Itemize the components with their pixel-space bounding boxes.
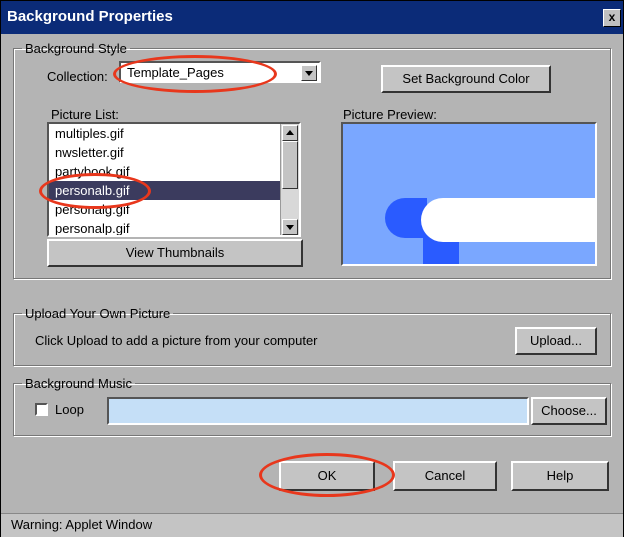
close-button[interactable]: x (603, 9, 621, 27)
upload-button[interactable]: Upload... (515, 327, 597, 355)
list-item[interactable]: partybook.gif (49, 162, 299, 181)
loop-checkbox[interactable] (35, 403, 48, 416)
picture-preview (341, 122, 597, 266)
background-style-legend: Background Style (25, 41, 127, 56)
loop-label: Loop (55, 402, 84, 417)
status-text: Warning: Applet Window (11, 517, 153, 532)
picture-list[interactable]: multiples.gif nwsletter.gif partybook.gif p… (47, 122, 301, 237)
picture-list-label: Picture List: (51, 107, 119, 122)
scroll-up-icon[interactable] (282, 125, 298, 141)
list-item[interactable]: multiples.gif (49, 124, 299, 143)
upload-legend: Upload Your Own Picture (25, 306, 171, 321)
list-item[interactable]: nwsletter.gif (49, 143, 299, 162)
dialog-title: Background Properties (7, 8, 173, 25)
ok-button[interactable]: OK (279, 461, 375, 491)
music-file-field[interactable] (107, 397, 529, 425)
help-button[interactable]: Help (511, 461, 609, 491)
set-background-color-button[interactable]: Set Background Color (381, 65, 551, 93)
background-properties-dialog: Background Properties x Background Style… (0, 0, 624, 537)
close-icon: x (608, 10, 616, 24)
background-music-legend: Background Music (25, 376, 132, 391)
view-thumbnails-button[interactable]: View Thumbnails (47, 239, 303, 267)
collection-value: Template_Pages (127, 65, 224, 80)
choose-button[interactable]: Choose... (531, 397, 607, 425)
list-item[interactable]: personalp.gif (49, 219, 299, 235)
scroll-down-icon[interactable] (282, 219, 298, 235)
upload-description: Click Upload to add a picture from your … (35, 333, 318, 348)
chevron-down-icon[interactable] (301, 65, 317, 81)
list-item[interactable]: personalg.gif (49, 200, 299, 219)
cancel-button[interactable]: Cancel (393, 461, 497, 491)
picture-preview-label: Picture Preview: (343, 107, 437, 122)
collection-label: Collection: (47, 69, 108, 84)
scroll-thumb[interactable] (282, 141, 298, 189)
picture-list-scrollbar[interactable] (280, 124, 299, 235)
picture-list-items: multiples.gif nwsletter.gif partybook.gif p… (49, 124, 299, 235)
collection-select[interactable]: Template_Pages (119, 61, 321, 83)
title-bar: Background Properties x (1, 1, 623, 34)
list-item[interactable]: personalb.gif (49, 181, 299, 200)
preview-image (343, 124, 595, 264)
status-bar: Warning: Applet Window (1, 513, 623, 537)
